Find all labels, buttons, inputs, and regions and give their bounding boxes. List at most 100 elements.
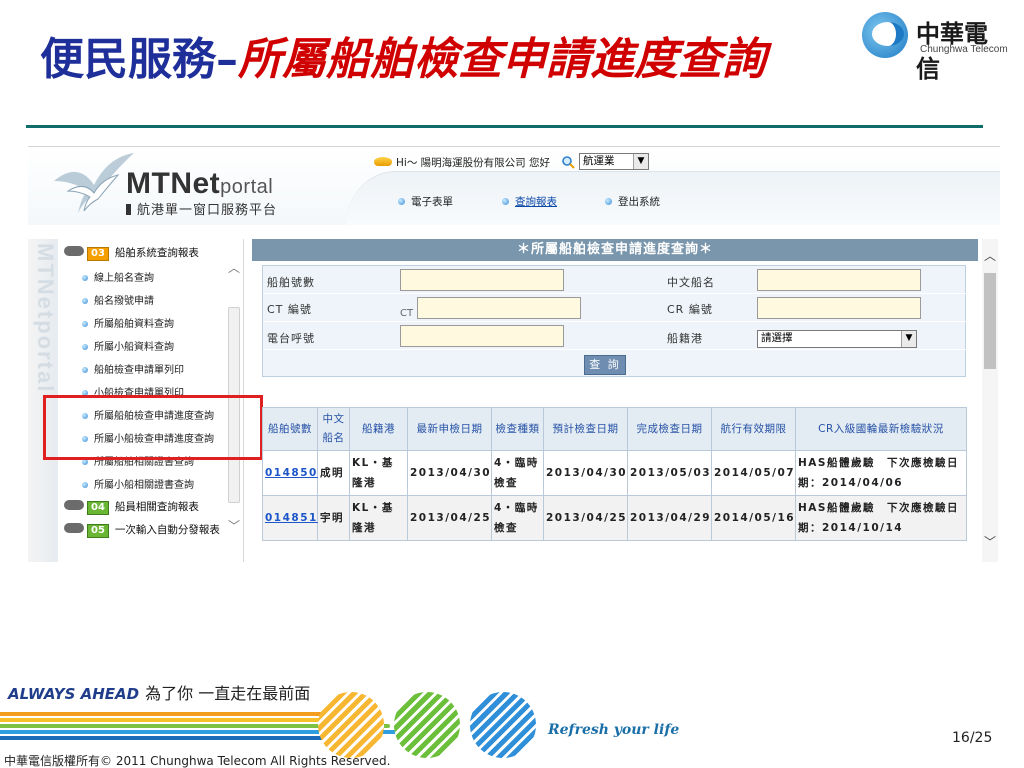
cr-no-input[interactable] [757, 297, 921, 319]
ship-no-input[interactable] [400, 269, 564, 291]
table-cell: 4・臨時檢查 [491, 495, 544, 541]
table-cell: 2014/05/16 [711, 495, 796, 541]
query-button[interactable]: 查 詢 [584, 355, 626, 375]
table-cell: HAS船體歲驗 下次應檢驗日期：2014/04/06 [795, 450, 967, 496]
col-header[interactable]: 航行有效期限 [711, 407, 796, 451]
business-type-select[interactable]: 航運業 ▼ [579, 153, 649, 170]
tree-group-crew-reports[interactable]: 04 船員相關查詢報表 [64, 499, 199, 515]
port-select-value: 請選擇 [761, 332, 793, 344]
table-cell: 2013/04/29 [627, 495, 712, 541]
user-greeting-text: Hi～ 陽明海運股份有限公司 您好 [396, 157, 550, 169]
page-number: 16/25 [952, 730, 993, 746]
seagull-icon [54, 153, 134, 213]
col-header[interactable]: CR入級國輪最新檢驗狀況 [795, 407, 967, 451]
table-cell: KL・基隆港 [349, 495, 408, 541]
expand-toggle-icon [64, 500, 84, 510]
col-header[interactable]: 中文船名 [317, 407, 350, 451]
col-header[interactable]: 完成檢查日期 [627, 407, 712, 451]
expand-toggle-icon [64, 246, 84, 256]
content-scroll-thumb[interactable] [984, 273, 996, 369]
nav-query-reports[interactable]: 查詢報表 [502, 194, 557, 209]
tree-item-ship-name-apply[interactable]: 船名撥號申請 [82, 292, 154, 307]
ct-no-input[interactable] [417, 297, 581, 319]
tree-item-label: 船名撥號申請 [94, 296, 154, 307]
table-cell: 2014/05/07 [711, 450, 796, 496]
ship-no-label: 船舶號數 [267, 276, 315, 289]
bullet-icon [82, 367, 88, 373]
call-sign-input[interactable] [400, 325, 564, 347]
results-table: 船舶號數 中文船名 船籍港 最新申檢日期 檢查種類 預計檢查日期 完成檢查日期 … [262, 407, 967, 541]
port-label: 船籍港 [667, 332, 703, 345]
green-globe-icon [394, 692, 460, 758]
nav-query-reports-label: 查詢報表 [515, 196, 557, 208]
mtnet-logo-portal: portal [220, 176, 274, 198]
table-row: 014851 宇明 KL・基隆港 2013/04/25 4・臨時檢查 2013/… [262, 495, 967, 541]
col-header[interactable]: 預計檢查日期 [543, 407, 628, 451]
bullet-icon [605, 198, 612, 205]
bullet-icon [502, 198, 509, 205]
search-icon [562, 156, 575, 169]
mtnet-subtitle: 航港單一窗口服務平台 [126, 199, 277, 218]
col-header[interactable]: 檢查種類 [491, 407, 544, 451]
chevron-down-icon: ▼ [901, 331, 916, 347]
bullet-icon [82, 275, 88, 281]
ct-no-label: CT 編號 [267, 303, 312, 316]
query-panel: ＊所屬船舶檢查申請進度查詢＊ 船舶號數 中文船名 CT 編號 CT CR 編號 … [252, 239, 978, 562]
mtnet-logo-main: MTNet [126, 167, 221, 200]
tree-item-small-ship-data[interactable]: 所屬小船資料查詢 [82, 338, 174, 353]
port-select[interactable]: 請選擇 ▼ [757, 330, 917, 348]
copyright: 中華電信版權所有© 2011 Chunghwa Telecom All Righ… [4, 754, 391, 768]
bullet-icon [398, 198, 405, 205]
scroll-down-icon[interactable]: ﹀ [228, 517, 240, 534]
ship-number-link[interactable]: 014851 [262, 495, 318, 541]
panel-title: ＊所屬船舶檢查申請進度查詢＊ [252, 239, 978, 261]
slogan: ALWAYS AHEAD 為了你 一直走在最前面 [8, 680, 310, 704]
tree-group-auto-dispatch[interactable]: 05 一次輸入自動分發報表 [64, 522, 220, 538]
tree-item-label: 船舶檢查申請單列印 [94, 365, 184, 376]
table-cell: HAS船體歲驗 下次應檢驗日期：2014/10/14 [795, 495, 967, 541]
slide-title: 便民服務–所屬船舶檢查申請進度查詢 [40, 30, 766, 90]
user-greeting: Hi～ 陽明海運股份有限公司 您好 [374, 155, 550, 170]
chunghwa-logo: 中華電信 Chunghwa Telecom [860, 12, 1010, 83]
nav-electronic-form-label: 電子表單 [411, 196, 453, 208]
tree-group-label: 船員相關查詢報表 [114, 501, 199, 513]
slogan-cn: 為了你 一直走在最前面 [145, 684, 311, 703]
bullet-icon [82, 344, 88, 350]
chevron-down-icon: ▼ [633, 154, 648, 169]
cn-name-input[interactable] [757, 269, 921, 291]
table-cell: 成明 [317, 450, 350, 496]
table-header-row: 船舶號數 中文船名 船籍港 最新申檢日期 檢查種類 預計檢查日期 完成檢查日期 … [262, 407, 967, 451]
scroll-up-icon[interactable]: ︿ [984, 247, 996, 264]
table-cell: 2013/04/25 [407, 495, 492, 541]
tree-item-ship-data[interactable]: 所屬船舶資料查詢 [82, 315, 174, 330]
nav-electronic-form[interactable]: 電子表單 [398, 194, 453, 209]
table-cell: 2013/04/25 [543, 495, 628, 541]
tree-item-ship-inspection-print[interactable]: 船舶檢查申請單列印 [82, 361, 184, 376]
tree-group-number: 03 [87, 247, 109, 261]
bullet-icon [82, 321, 88, 327]
title-divider [26, 125, 983, 128]
table-cell: 2013/04/30 [543, 450, 628, 496]
chunghwa-logo-icon [862, 12, 908, 58]
col-header[interactable]: 最新申檢日期 [407, 407, 492, 451]
portal-header: MTNetportal 航港單一窗口服務平台 Hi～ 陽明海運股份有限公司 您好… [28, 147, 1000, 225]
scroll-up-icon[interactable]: ︿ [228, 259, 240, 276]
tree-item-label: 所屬小船相關證書查詢 [94, 480, 194, 491]
chunghwa-logo-sub: Chunghwa Telecom [920, 44, 1008, 55]
tree-group-ship-reports[interactable]: 03 船舶系統查詢報表 [64, 245, 199, 261]
tree-item-small-ship-certificates[interactable]: 所屬小船相關證書查詢 [82, 476, 194, 491]
portal-screenshot: MTNetportal 航港單一窗口服務平台 Hi～ 陽明海運股份有限公司 您好… [28, 146, 1000, 562]
nav-logout[interactable]: 登出系統 [605, 194, 660, 209]
expand-toggle-icon [64, 523, 84, 533]
table-row: 014850 成明 KL・基隆港 2013/04/30 4・臨時檢查 2013/… [262, 450, 967, 496]
col-header[interactable]: 船籍港 [349, 407, 408, 451]
user-hat-icon [374, 157, 392, 166]
business-type-value: 航運業 [583, 155, 615, 167]
col-header[interactable]: 船舶號數 [262, 407, 318, 451]
cn-name-label: 中文船名 [667, 276, 715, 289]
content-scrollbar[interactable]: ︿ ﹀ [982, 239, 998, 562]
tree-item-online-ship-name[interactable]: 線上船名查詢 [82, 269, 154, 284]
ship-number-link[interactable]: 014850 [262, 450, 318, 496]
tree-item-label: 線上船名查詢 [94, 273, 154, 284]
scroll-down-icon[interactable]: ﹀ [984, 533, 996, 550]
